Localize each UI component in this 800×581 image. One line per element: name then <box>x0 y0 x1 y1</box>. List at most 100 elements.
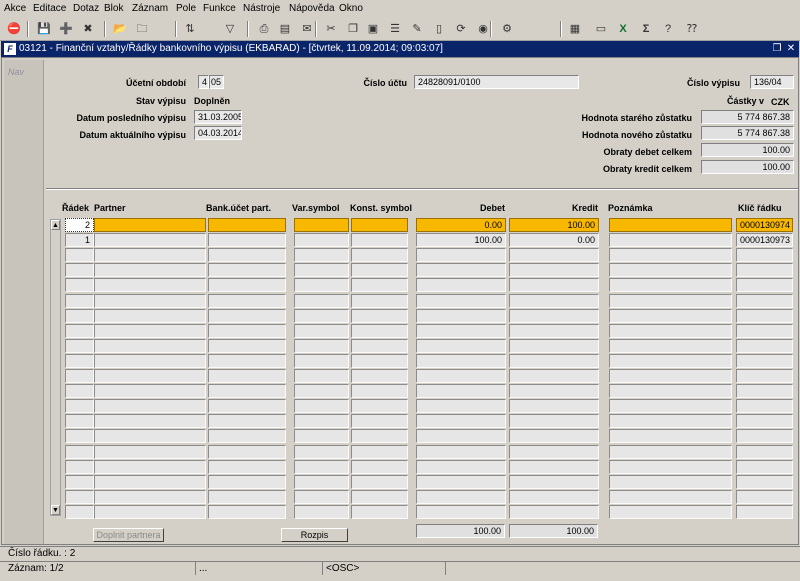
cell-var[interactable] <box>294 233 349 248</box>
cell-pozn[interactable] <box>609 233 732 248</box>
cell-var[interactable] <box>294 353 349 368</box>
cell-kredit[interactable] <box>509 263 599 278</box>
cell-konst[interactable] <box>351 399 408 414</box>
cell-klic[interactable] <box>736 429 793 444</box>
cell-var[interactable] <box>294 293 349 308</box>
refresh-icon[interactable]: ⟳ <box>452 20 470 38</box>
cell-klic[interactable] <box>736 474 793 489</box>
cell-radek[interactable] <box>65 248 94 263</box>
menu-4[interactable]: Blok <box>104 3 123 14</box>
cell-klic[interactable]: 0000130974 <box>736 218 793 232</box>
menu-7[interactable]: Funkce <box>203 3 236 14</box>
cell-kredit[interactable]: 0.00 <box>509 233 599 248</box>
cell-radek[interactable] <box>65 308 94 323</box>
cell-konst[interactable] <box>351 474 408 489</box>
cell-partner[interactable] <box>94 323 206 338</box>
cell-kredit[interactable] <box>509 278 599 293</box>
cell-kredit[interactable] <box>509 293 599 308</box>
menu-9[interactable]: Nápověda <box>289 3 335 14</box>
help-icon[interactable]: ? <box>659 20 677 38</box>
cell-var[interactable] <box>294 278 349 293</box>
cell-pozn[interactable] <box>609 459 732 474</box>
cell-debet[interactable] <box>416 504 506 519</box>
cell-radek[interactable] <box>65 278 94 293</box>
cell-debet[interactable] <box>416 399 506 414</box>
cell-radek[interactable]: 2 <box>65 218 94 232</box>
cell-partner[interactable] <box>94 353 206 368</box>
cell-klic[interactable] <box>736 353 793 368</box>
cell-klic[interactable] <box>736 338 793 353</box>
cell-radek[interactable] <box>65 429 94 444</box>
cell-kredit[interactable] <box>509 323 599 338</box>
sort-icon[interactable]: ⇅ <box>181 20 199 38</box>
cell-bank[interactable] <box>208 414 286 429</box>
cell-var[interactable] <box>294 444 349 459</box>
cell-bank[interactable] <box>208 429 286 444</box>
cell-bank[interactable] <box>208 504 286 519</box>
cell-bank[interactable] <box>208 233 286 248</box>
menu-10[interactable]: Okno <box>339 3 363 14</box>
cell-pozn[interactable] <box>609 399 732 414</box>
filter-icon[interactable]: ▽ <box>221 20 239 38</box>
cell-konst[interactable] <box>351 278 408 293</box>
cell-pozn[interactable] <box>609 338 732 353</box>
cell-var[interactable] <box>294 474 349 489</box>
cell-klic[interactable] <box>736 504 793 519</box>
cell-klic[interactable] <box>736 459 793 474</box>
save-icon[interactable]: 💾 <box>35 20 53 38</box>
cell-pozn[interactable] <box>609 308 732 323</box>
cell-pozn[interactable] <box>609 504 732 519</box>
rozpis-button[interactable]: Rozpis <box>281 528 348 542</box>
cell-var[interactable] <box>294 369 349 383</box>
cell-partner[interactable] <box>94 338 206 353</box>
cell-kredit[interactable] <box>509 308 599 323</box>
cell-debet[interactable] <box>416 248 506 263</box>
cell-klic[interactable] <box>736 369 793 383</box>
cell-klic[interactable] <box>736 489 793 504</box>
cell-radek[interactable] <box>65 444 94 459</box>
cell-klic[interactable] <box>736 278 793 293</box>
datum-posledniho-field[interactable]: 31.03.2005 <box>194 110 242 124</box>
cell-bank[interactable] <box>208 278 286 293</box>
cell-pozn[interactable] <box>609 293 732 308</box>
cell-partner[interactable] <box>94 504 206 519</box>
cell-debet[interactable] <box>416 263 506 278</box>
cell-bank[interactable] <box>208 323 286 338</box>
cell-radek[interactable]: 1 <box>65 233 94 248</box>
cell-partner[interactable] <box>94 459 206 474</box>
cell-kredit[interactable] <box>509 338 599 353</box>
cell-bank[interactable] <box>208 399 286 414</box>
cell-partner[interactable] <box>94 233 206 248</box>
table-scrollbar[interactable]: ▲ ▼ <box>50 219 61 516</box>
cell-debet[interactable] <box>416 384 506 399</box>
cell-bank[interactable] <box>208 369 286 383</box>
close-icon[interactable]: ✕ <box>785 42 797 55</box>
cell-var[interactable] <box>294 263 349 278</box>
cell-pozn[interactable] <box>609 263 732 278</box>
cell-partner[interactable] <box>94 308 206 323</box>
cell-kredit[interactable] <box>509 399 599 414</box>
report-icon[interactable]: ▦ <box>566 20 584 38</box>
add-record-icon[interactable]: ➕ <box>57 20 75 38</box>
list-icon[interactable]: ☰ <box>386 20 404 38</box>
cell-radek[interactable] <box>65 459 94 474</box>
print-icon[interactable]: ⎙ <box>255 20 273 38</box>
cell-konst[interactable] <box>351 444 408 459</box>
cell-pozn[interactable] <box>609 323 732 338</box>
cell-konst[interactable] <box>351 504 408 519</box>
cell-debet[interactable] <box>416 429 506 444</box>
cell-bank[interactable] <box>208 459 286 474</box>
cell-var[interactable] <box>294 218 349 232</box>
document-icon[interactable]: ▭ <box>592 20 610 38</box>
sum-icon[interactable]: Σ <box>637 20 655 38</box>
exit-icon[interactable]: ⛔ <box>5 20 23 38</box>
cell-pozn[interactable] <box>609 414 732 429</box>
cell-klic[interactable] <box>736 293 793 308</box>
cell-pozn[interactable] <box>609 353 732 368</box>
cell-debet[interactable] <box>416 308 506 323</box>
cell-bank[interactable] <box>208 444 286 459</box>
folder-key-icon[interactable]: 📂 <box>111 20 129 38</box>
cut-icon[interactable]: ✂ <box>322 20 340 38</box>
cell-debet[interactable]: 0.00 <box>416 218 506 232</box>
edit-icon[interactable]: ✎ <box>408 20 426 38</box>
